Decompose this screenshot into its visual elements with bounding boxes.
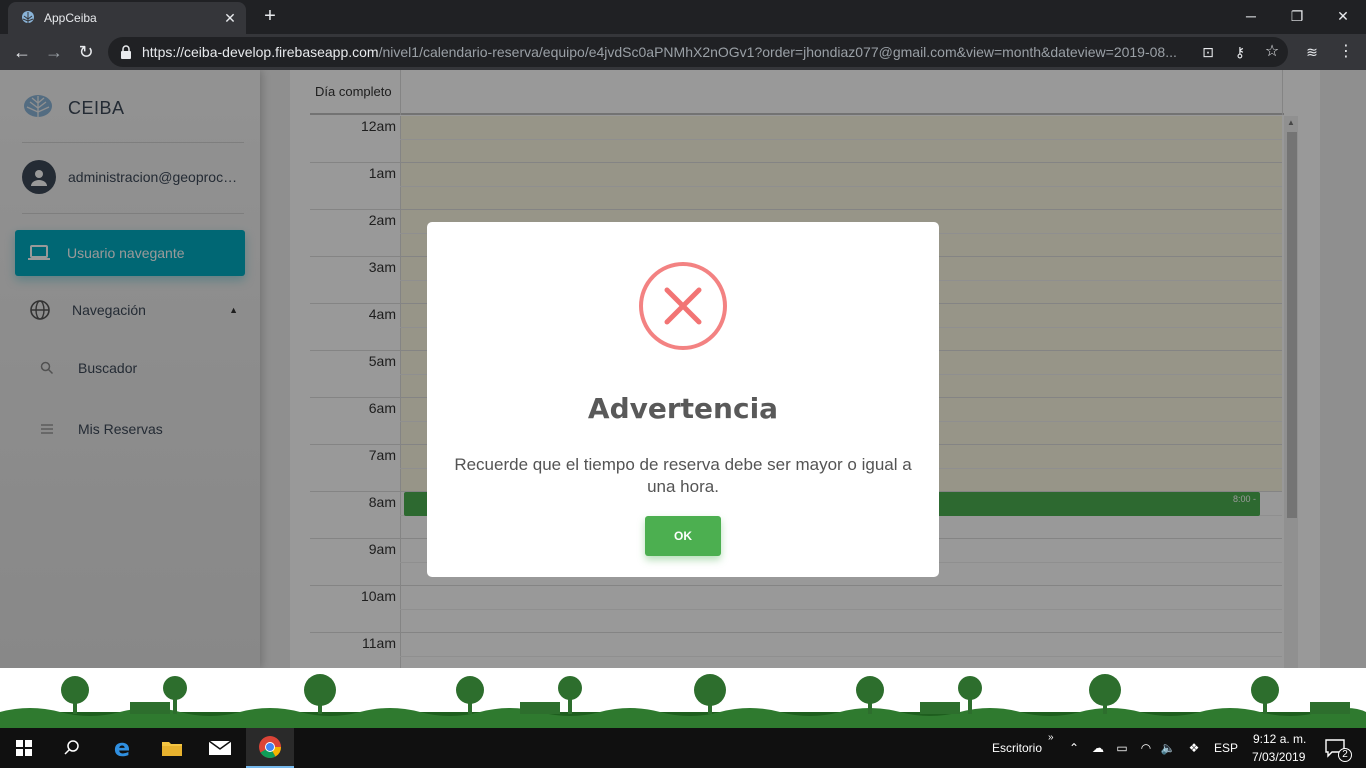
ok-button[interactable]: OK: [645, 516, 721, 556]
forest-silhouette-image: [0, 674, 1366, 728]
browser-tab[interactable]: AppCeiba ✕: [8, 2, 246, 34]
url-host: https://ceiba-develop.firebaseapp.com: [142, 44, 379, 60]
close-tab-icon[interactable]: ✕: [220, 10, 240, 27]
address-bar[interactable]: https://ceiba-develop.firebaseapp.com /n…: [108, 37, 1288, 67]
onedrive-cloud-icon[interactable]: ☁: [1090, 740, 1106, 756]
toolbar-expand-icon[interactable]: »: [1048, 732, 1054, 743]
mail-icon[interactable]: [196, 728, 244, 768]
edge-browser-icon[interactable]: e: [98, 728, 146, 768]
search-icon[interactable]: [48, 728, 96, 768]
language-indicator[interactable]: ESP: [1214, 741, 1238, 755]
new-tab-icon[interactable]: +: [258, 4, 282, 28]
desktop-toolbar-label[interactable]: Escritorio: [992, 741, 1042, 755]
back-icon[interactable]: ←: [10, 40, 34, 64]
error-x-icon: [639, 262, 727, 350]
browser-tab-bar: AppCeiba ✕ + ─ ❐ ✕: [0, 0, 1366, 34]
reload-icon[interactable]: ↻: [74, 40, 98, 64]
dialog-message: Recuerde que el tiempo de reserva debe s…: [454, 455, 912, 496]
close-window-icon[interactable]: ✕: [1320, 0, 1366, 32]
translate-icon[interactable]: ⊡: [1198, 42, 1218, 62]
url-path: /nivel1/calendario-reserva/equipo/e4jvdS…: [378, 44, 1177, 60]
clock-time[interactable]: 9:12 a. m.: [1253, 732, 1306, 746]
desktop-wallpaper: [0, 668, 1366, 728]
browser-toolbar: ← → ↻ https://ceiba-develop.firebaseapp.…: [0, 34, 1366, 70]
dialog-title: Advertencia: [587, 392, 779, 425]
wifi-icon[interactable]: ◠: [1138, 740, 1154, 756]
windows-start-icon[interactable]: [0, 728, 48, 768]
warning-dialog: Advertencia Recuerde que el tiempo de re…: [427, 222, 939, 577]
tab-title: AppCeiba: [44, 11, 97, 25]
notification-count-badge: 2: [1338, 748, 1352, 762]
windows-taskbar: e Escritorio » ⌃ ☁ ▭ ◠ 🔈 ❖ ESP 9:12 a. m…: [0, 728, 1366, 768]
tree-favicon-icon: [22, 11, 34, 24]
battery-icon[interactable]: ▭: [1114, 740, 1130, 756]
chrome-icon[interactable]: [246, 728, 294, 768]
minimize-icon[interactable]: ─: [1228, 0, 1274, 32]
show-hidden-icons-icon[interactable]: ⌃: [1066, 740, 1082, 756]
extension-icon[interactable]: ≋: [1302, 42, 1322, 62]
dropbox-icon[interactable]: ❖: [1186, 740, 1202, 756]
volume-icon[interactable]: 🔈: [1160, 740, 1176, 756]
clock-date[interactable]: 7/03/2019: [1252, 750, 1305, 764]
forward-icon[interactable]: →: [42, 40, 66, 64]
lock-icon: [121, 45, 131, 59]
bookmark-star-icon[interactable]: ☆: [1262, 42, 1282, 62]
restore-icon[interactable]: ❐: [1274, 0, 1320, 32]
file-explorer-icon[interactable]: [148, 728, 196, 768]
key-icon[interactable]: ⚷: [1230, 42, 1250, 62]
page: CEIBA administracion@geoprocesamiento...…: [0, 70, 1366, 668]
menu-icon[interactable]: ⋮: [1336, 42, 1356, 62]
